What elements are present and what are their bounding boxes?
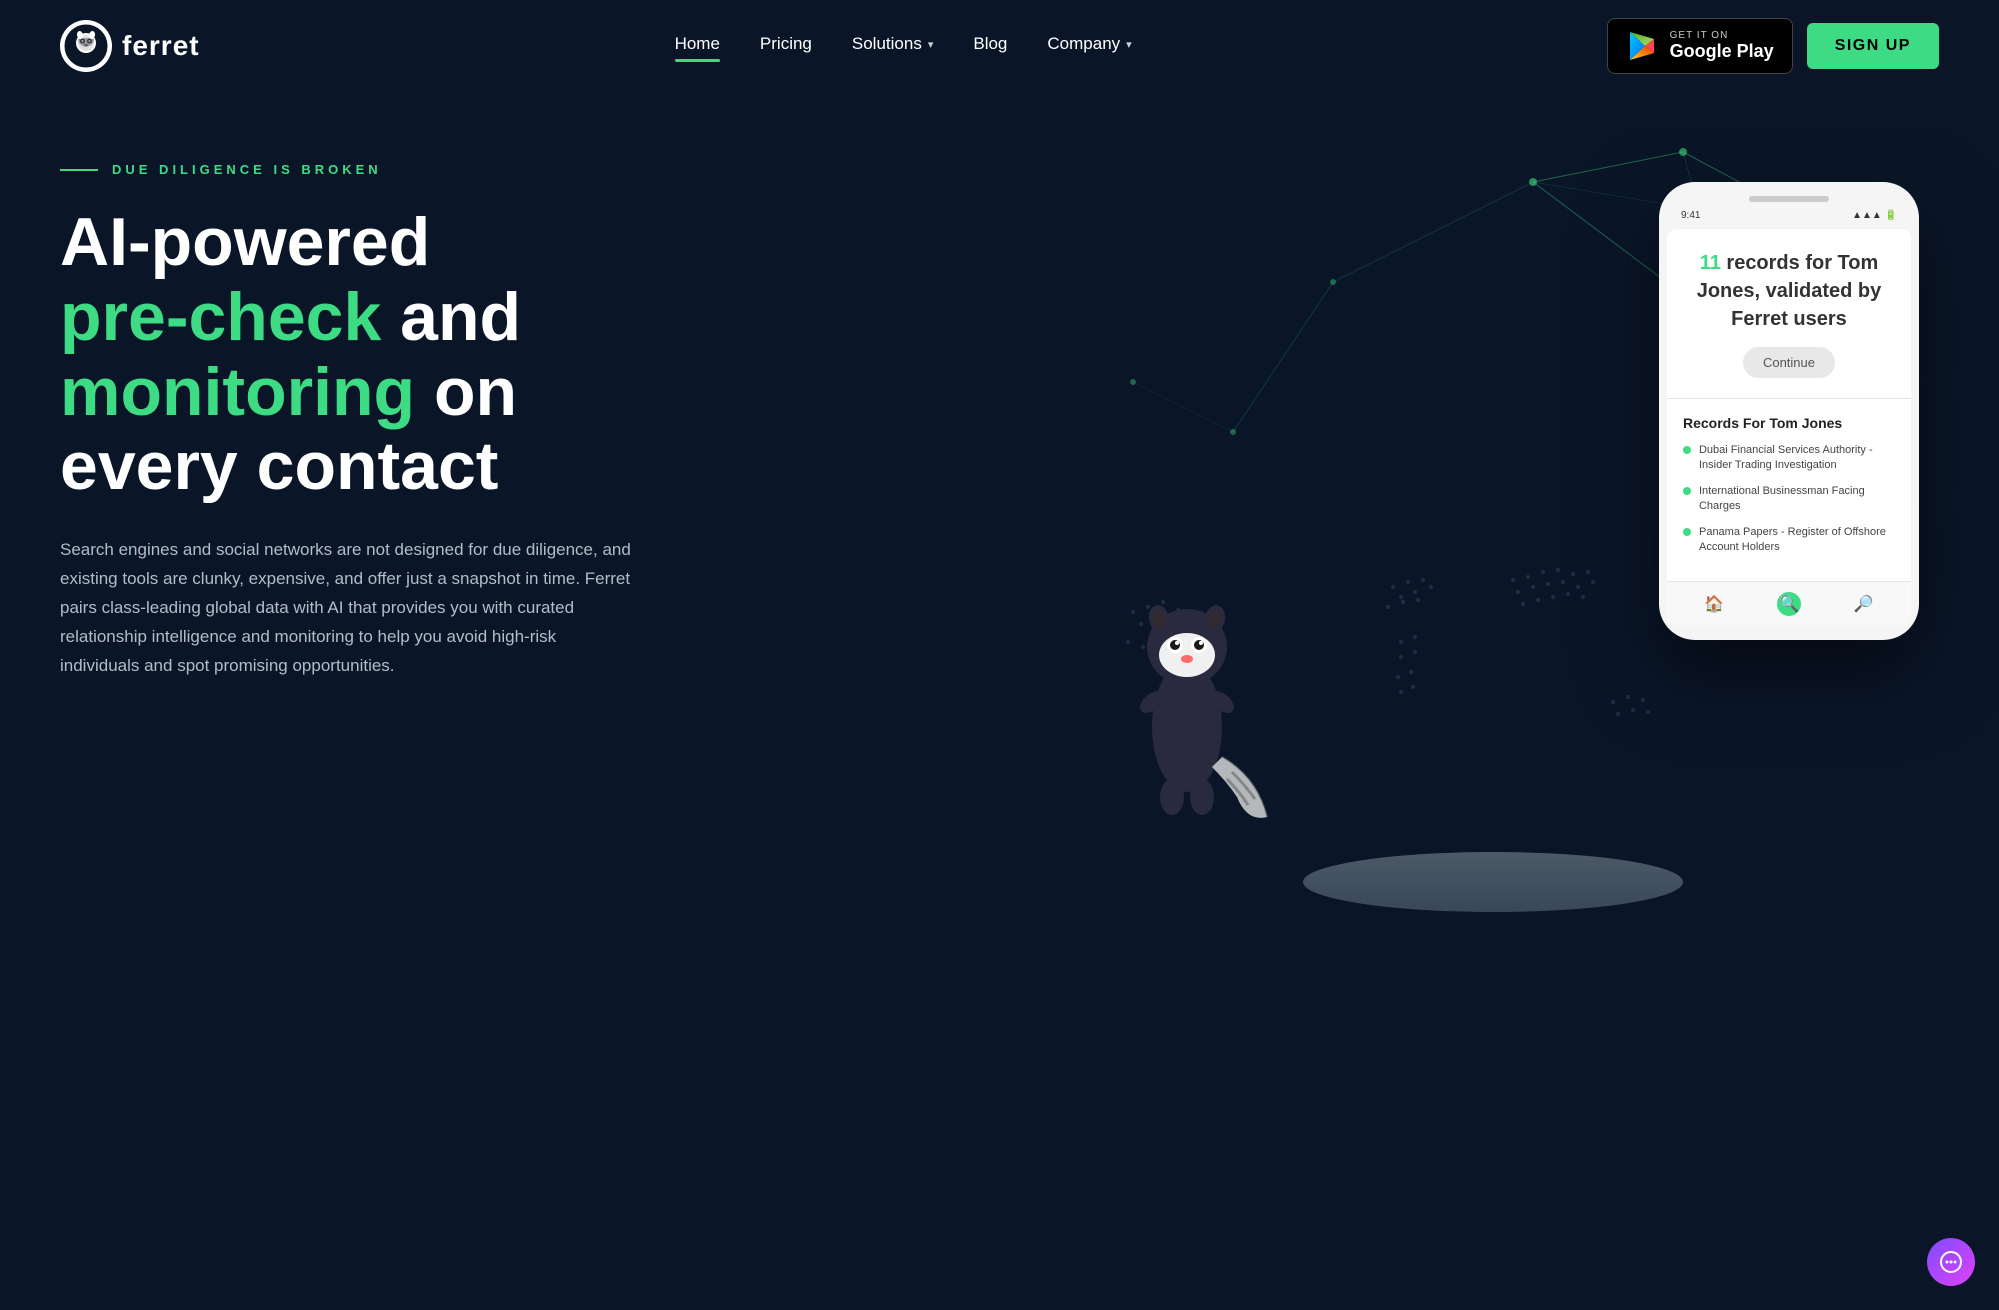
main-nav: Home Pricing Solutions ▾ Blog Company ▾	[675, 34, 1132, 58]
logo[interactable]: ferret	[60, 20, 200, 72]
brand-name: ferret	[122, 30, 200, 62]
phone-nav-search2[interactable]: 🔎	[1852, 592, 1876, 616]
solutions-chevron: ▾	[928, 38, 934, 51]
nav-blog[interactable]: Blog	[973, 34, 1007, 58]
hero-title-line4: every contact	[60, 429, 1037, 504]
ferret-mascot	[1097, 527, 1277, 852]
header-actions: GET IT ON Google Play SIGN UP	[1607, 18, 1939, 74]
nav-pricing[interactable]: Pricing	[760, 34, 812, 58]
platform-base	[1067, 852, 1919, 932]
phone-record-item: Panama Papers - Register of Offshore Acc…	[1683, 525, 1895, 556]
hero-title-line1: AI-powered	[60, 205, 1037, 280]
phone-record-item: Dubai Financial Services Authority - Ins…	[1683, 443, 1895, 474]
phone-mockup: 9:41 ▲▲▲ 🔋 11 records for Tom Jones, val…	[1659, 182, 1919, 640]
chat-button[interactable]	[1927, 1238, 1975, 1286]
chat-icon	[1939, 1250, 1963, 1274]
phone-screen: 11 records for Tom Jones, validated by F…	[1667, 229, 1911, 626]
record-dot-1	[1683, 446, 1691, 454]
phone-time: 9:41	[1681, 210, 1700, 221]
record-text-3: Panama Papers - Register of Offshore Acc…	[1699, 525, 1895, 556]
tagline-line-decoration	[60, 169, 98, 171]
phone-bottom-nav: 🏠 🔍 🔎	[1667, 581, 1911, 626]
record-text-1: Dubai Financial Services Authority - Ins…	[1699, 443, 1895, 474]
phone-records-section: Records For Tom Jones Dubai Financial Se…	[1667, 399, 1911, 581]
hero-title: AI-powered pre-check and monitoring on e…	[60, 205, 1037, 504]
record-text-2: International Businessman Facing Charges	[1699, 484, 1895, 515]
hero-description: Search engines and social networks are n…	[60, 536, 640, 680]
phone-records-title: Records For Tom Jones	[1683, 415, 1895, 431]
nav-company[interactable]: Company ▾	[1047, 34, 1131, 58]
nav-home[interactable]: Home	[675, 34, 720, 58]
hero-tagline: DUE DILIGENCE IS BROKEN	[60, 162, 1037, 177]
nav-solutions[interactable]: Solutions ▾	[852, 34, 933, 58]
hero-section: DUE DILIGENCE IS BROKEN AI-powered pre-c…	[0, 92, 1999, 1032]
phone-nav-home[interactable]: 🏠	[1702, 592, 1726, 616]
phone-notch	[1749, 196, 1829, 202]
google-play-button[interactable]: GET IT ON Google Play	[1607, 18, 1793, 74]
hero-visual: 9:41 ▲▲▲ 🔋 11 records for Tom Jones, val…	[1037, 132, 1939, 1032]
signup-button[interactable]: SIGN UP	[1807, 23, 1939, 69]
header: ferret Home Pricing Solutions ▾ Blog Com…	[0, 0, 1999, 92]
phone-record-count: 11 records for Tom Jones, validated by F…	[1683, 249, 1895, 333]
hero-content: DUE DILIGENCE IS BROKEN AI-powered pre-c…	[60, 132, 1037, 681]
phone-record-item: International Businessman Facing Charges	[1683, 484, 1895, 515]
google-play-icon	[1626, 29, 1660, 63]
hero-title-line2: pre-check and	[60, 280, 1037, 355]
phone-nav-search[interactable]: 🔍	[1777, 592, 1801, 616]
google-play-text: GET IT ON Google Play	[1670, 30, 1774, 63]
hero-title-line3: monitoring on	[60, 355, 1037, 430]
phone-continue-btn[interactable]: Continue	[1743, 347, 1835, 378]
logo-icon	[60, 20, 112, 72]
record-dot-2	[1683, 487, 1691, 495]
phone-indicators: ▲▲▲ 🔋	[1852, 210, 1897, 221]
record-dot-3	[1683, 528, 1691, 536]
company-chevron: ▾	[1126, 38, 1132, 51]
phone-top-section: 11 records for Tom Jones, validated by F…	[1667, 229, 1911, 399]
phone-status-bar: 9:41 ▲▲▲ 🔋	[1667, 210, 1911, 229]
